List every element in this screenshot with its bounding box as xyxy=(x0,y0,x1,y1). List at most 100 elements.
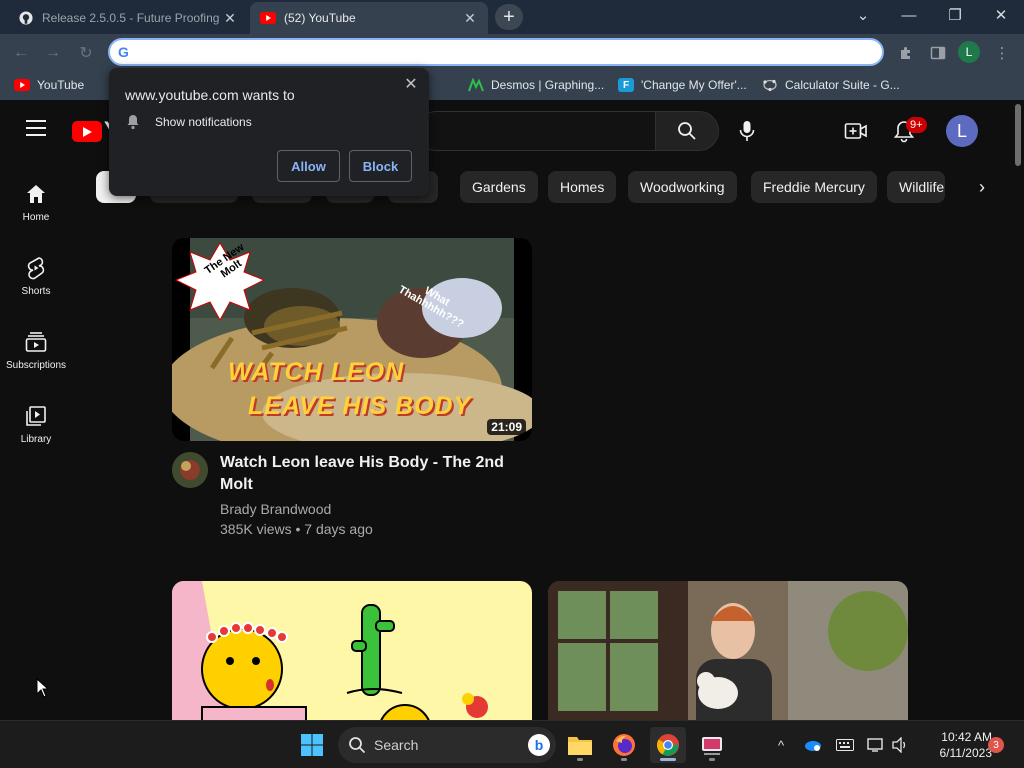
new-tab-button[interactable]: + xyxy=(495,4,523,30)
extensions-puzzle-icon[interactable] xyxy=(895,42,917,64)
video-card[interactable] xyxy=(548,581,908,720)
hamburger-menu-icon[interactable] xyxy=(26,120,46,136)
thumbnail-caption-line1: WATCH LEON xyxy=(228,358,405,386)
video-channel-name[interactable]: Brady Brandwood xyxy=(220,501,331,517)
guide-item-library[interactable]: Library xyxy=(0,386,72,460)
snipping-tool-icon[interactable] xyxy=(694,727,730,763)
search-icon xyxy=(349,737,366,754)
side-panel-icon[interactable] xyxy=(927,42,949,64)
network-icon[interactable] xyxy=(866,735,886,755)
guide-label: Home xyxy=(22,212,50,223)
popup-title: www.youtube.com wants to xyxy=(125,87,295,103)
home-icon xyxy=(24,182,48,206)
tab-title: (52) YouTube xyxy=(284,11,356,25)
video-thumbnail[interactable] xyxy=(172,581,532,720)
minimize-button[interactable]: — xyxy=(886,0,932,30)
video-card[interactable] xyxy=(172,581,532,720)
taskbar-clock[interactable]: 10:42 AM 6/11/2023 xyxy=(918,729,993,761)
chip-label: Gardens xyxy=(472,179,526,195)
youtube-icon xyxy=(14,78,30,92)
create-video-icon[interactable] xyxy=(843,118,869,144)
channel-avatar[interactable] xyxy=(172,452,208,488)
chip-gardens[interactable]: Gardens xyxy=(460,171,538,203)
video-title[interactable]: Watch Leon leave His Body - The 2nd Molt xyxy=(220,452,520,496)
clock-time: 10:42 AM xyxy=(941,730,992,744)
chip-homes[interactable]: Homes xyxy=(548,171,617,203)
google-icon: G xyxy=(118,44,129,60)
bing-icon: b xyxy=(528,734,550,756)
profile-button[interactable]: L xyxy=(958,41,980,63)
keyboard-icon[interactable] xyxy=(835,735,855,755)
windows-taskbar: Search b ^ 10:42 AM 6/11/2023 3 xyxy=(0,720,1024,768)
bookmark-label: Desmos | Graphing... xyxy=(491,78,605,92)
browser-tab-strip: Release 2.5.0.5 - Future Proofing ✕ (52)… xyxy=(0,0,1024,34)
bookmark-calculator-suite[interactable]: Calculator Suite - G... xyxy=(762,76,900,94)
show-hidden-icons-chevron-icon[interactable]: ^ xyxy=(771,735,791,755)
tab-youtube[interactable]: (52) YouTube ✕ xyxy=(250,2,488,34)
video-duration: 21:09 xyxy=(487,419,526,435)
youtube-logo[interactable] xyxy=(72,121,102,142)
screen: Release 2.5.0.5 - Future Proofing ✕ (52)… xyxy=(0,0,1024,768)
chevron-right-icon[interactable]: › xyxy=(970,173,994,201)
search-button[interactable] xyxy=(655,111,719,151)
video-thumbnail[interactable] xyxy=(548,581,908,720)
tab-search-chevron-icon[interactable]: ⌄ xyxy=(840,0,886,30)
windows-start-icon[interactable] xyxy=(294,727,330,763)
firefox-icon[interactable] xyxy=(606,727,642,763)
notifications-count-badge: 9+ xyxy=(906,117,927,133)
close-tab-icon[interactable]: ✕ xyxy=(462,10,478,27)
chip-freddie-mercury[interactable]: Freddie Mercury xyxy=(751,171,877,203)
bookmark-label: YouTube xyxy=(37,78,85,92)
permission-row: Show notifications xyxy=(125,114,252,130)
restore-button[interactable]: ❐ xyxy=(932,0,978,30)
guide-label: Subscriptions xyxy=(5,360,67,371)
bookmark-youtube[interactable]: YouTube xyxy=(14,76,84,94)
address-input[interactable] xyxy=(134,44,835,60)
close-window-button[interactable]: ✕ xyxy=(978,0,1024,30)
close-icon[interactable]: ✕ xyxy=(401,74,421,94)
video-card[interactable]: The New Molt What Thahhhhh??? WATCH LEON… xyxy=(172,238,532,548)
guide-item-subscriptions[interactable]: Subscriptions xyxy=(0,312,72,386)
desmos-icon xyxy=(468,78,484,92)
chip-label: Wildlife xyxy=(899,179,945,195)
back-arrow-icon[interactable]: ← xyxy=(10,42,32,64)
library-icon xyxy=(24,404,48,428)
scrollbar-thumb[interactable] xyxy=(1015,104,1021,166)
chip-woodworking[interactable]: Woodworking xyxy=(628,171,737,203)
reload-icon[interactable]: ↻ xyxy=(75,42,97,64)
chrome-icon[interactable] xyxy=(650,727,686,763)
notification-center-badge[interactable]: 3 xyxy=(988,737,1004,753)
geogebra-icon xyxy=(762,78,778,92)
address-bar[interactable]: G xyxy=(108,38,884,66)
github-icon xyxy=(18,10,34,26)
search-icon xyxy=(678,122,696,140)
onedrive-icon[interactable] xyxy=(803,735,823,755)
more-menu-icon[interactable]: ⋮ xyxy=(991,42,1013,64)
shorts-icon xyxy=(24,256,48,280)
thumbnail-caption-line2: LEAVE HIS BODY xyxy=(248,392,472,420)
account-avatar[interactable]: L xyxy=(946,115,978,147)
volume-icon[interactable] xyxy=(890,735,910,755)
video-meta: 385K views • 7 days ago xyxy=(220,521,373,537)
chip-wildlife[interactable]: Wildlife xyxy=(887,171,945,203)
tab-github-release[interactable]: Release 2.5.0.5 - Future Proofing ✕ xyxy=(8,2,248,34)
forward-arrow-icon[interactable]: → xyxy=(42,42,64,64)
youtube-search-input[interactable] xyxy=(416,111,656,151)
block-button[interactable]: Block xyxy=(349,150,412,182)
bookmark-change-my-offer[interactable]: F 'Change My Offer'... xyxy=(618,76,747,94)
taskbar-search-label: Search xyxy=(374,737,419,753)
video-thumbnail[interactable]: The New Molt What Thahhhhh??? WATCH LEON… xyxy=(172,238,532,441)
taskbar-search-box[interactable]: Search b xyxy=(338,727,556,763)
voice-search-button[interactable] xyxy=(727,111,767,151)
file-explorer-icon[interactable] xyxy=(562,727,598,763)
page-scrollbar[interactable] xyxy=(1012,100,1024,720)
allow-button[interactable]: Allow xyxy=(277,150,340,182)
browser-toolbar: ← → ↻ G L ⋮ xyxy=(0,34,1024,70)
mini-guide: Home Shorts Subscriptions Library xyxy=(0,160,72,720)
close-tab-icon[interactable]: ✕ xyxy=(222,10,238,27)
tab-title: Release 2.5.0.5 - Future Proofing xyxy=(42,11,220,25)
guide-item-shorts[interactable]: Shorts xyxy=(0,238,72,312)
forms-icon: F xyxy=(618,78,634,92)
guide-item-home[interactable]: Home xyxy=(0,164,72,238)
bookmark-desmos[interactable]: Desmos | Graphing... xyxy=(468,76,604,94)
